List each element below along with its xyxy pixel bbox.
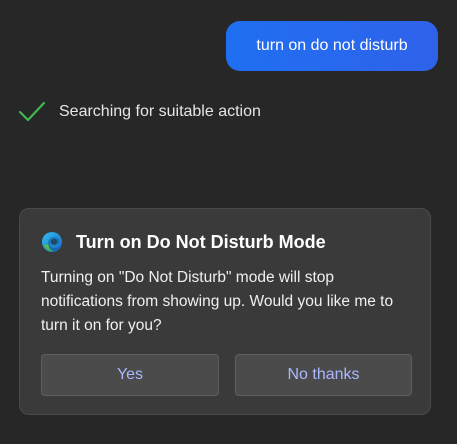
- action-card: Turn on Do Not Disturb Mode Turning on "…: [19, 208, 431, 415]
- user-message-bubble: turn on do not disturb: [226, 21, 438, 71]
- no-thanks-button[interactable]: No thanks: [235, 354, 412, 396]
- card-header: Turn on Do Not Disturb Mode: [41, 231, 326, 253]
- status-text: Searching for suitable action: [59, 103, 261, 120]
- card-title: Turn on Do Not Disturb Mode: [76, 231, 326, 252]
- edge-browser-icon: [42, 232, 62, 252]
- yes-button[interactable]: Yes: [41, 354, 219, 396]
- checkmark-icon: [18, 101, 46, 122]
- card-body-text: Turning on "Do Not Disturb" mode will st…: [41, 269, 394, 334]
- status-row: Searching for suitable action: [18, 98, 261, 126]
